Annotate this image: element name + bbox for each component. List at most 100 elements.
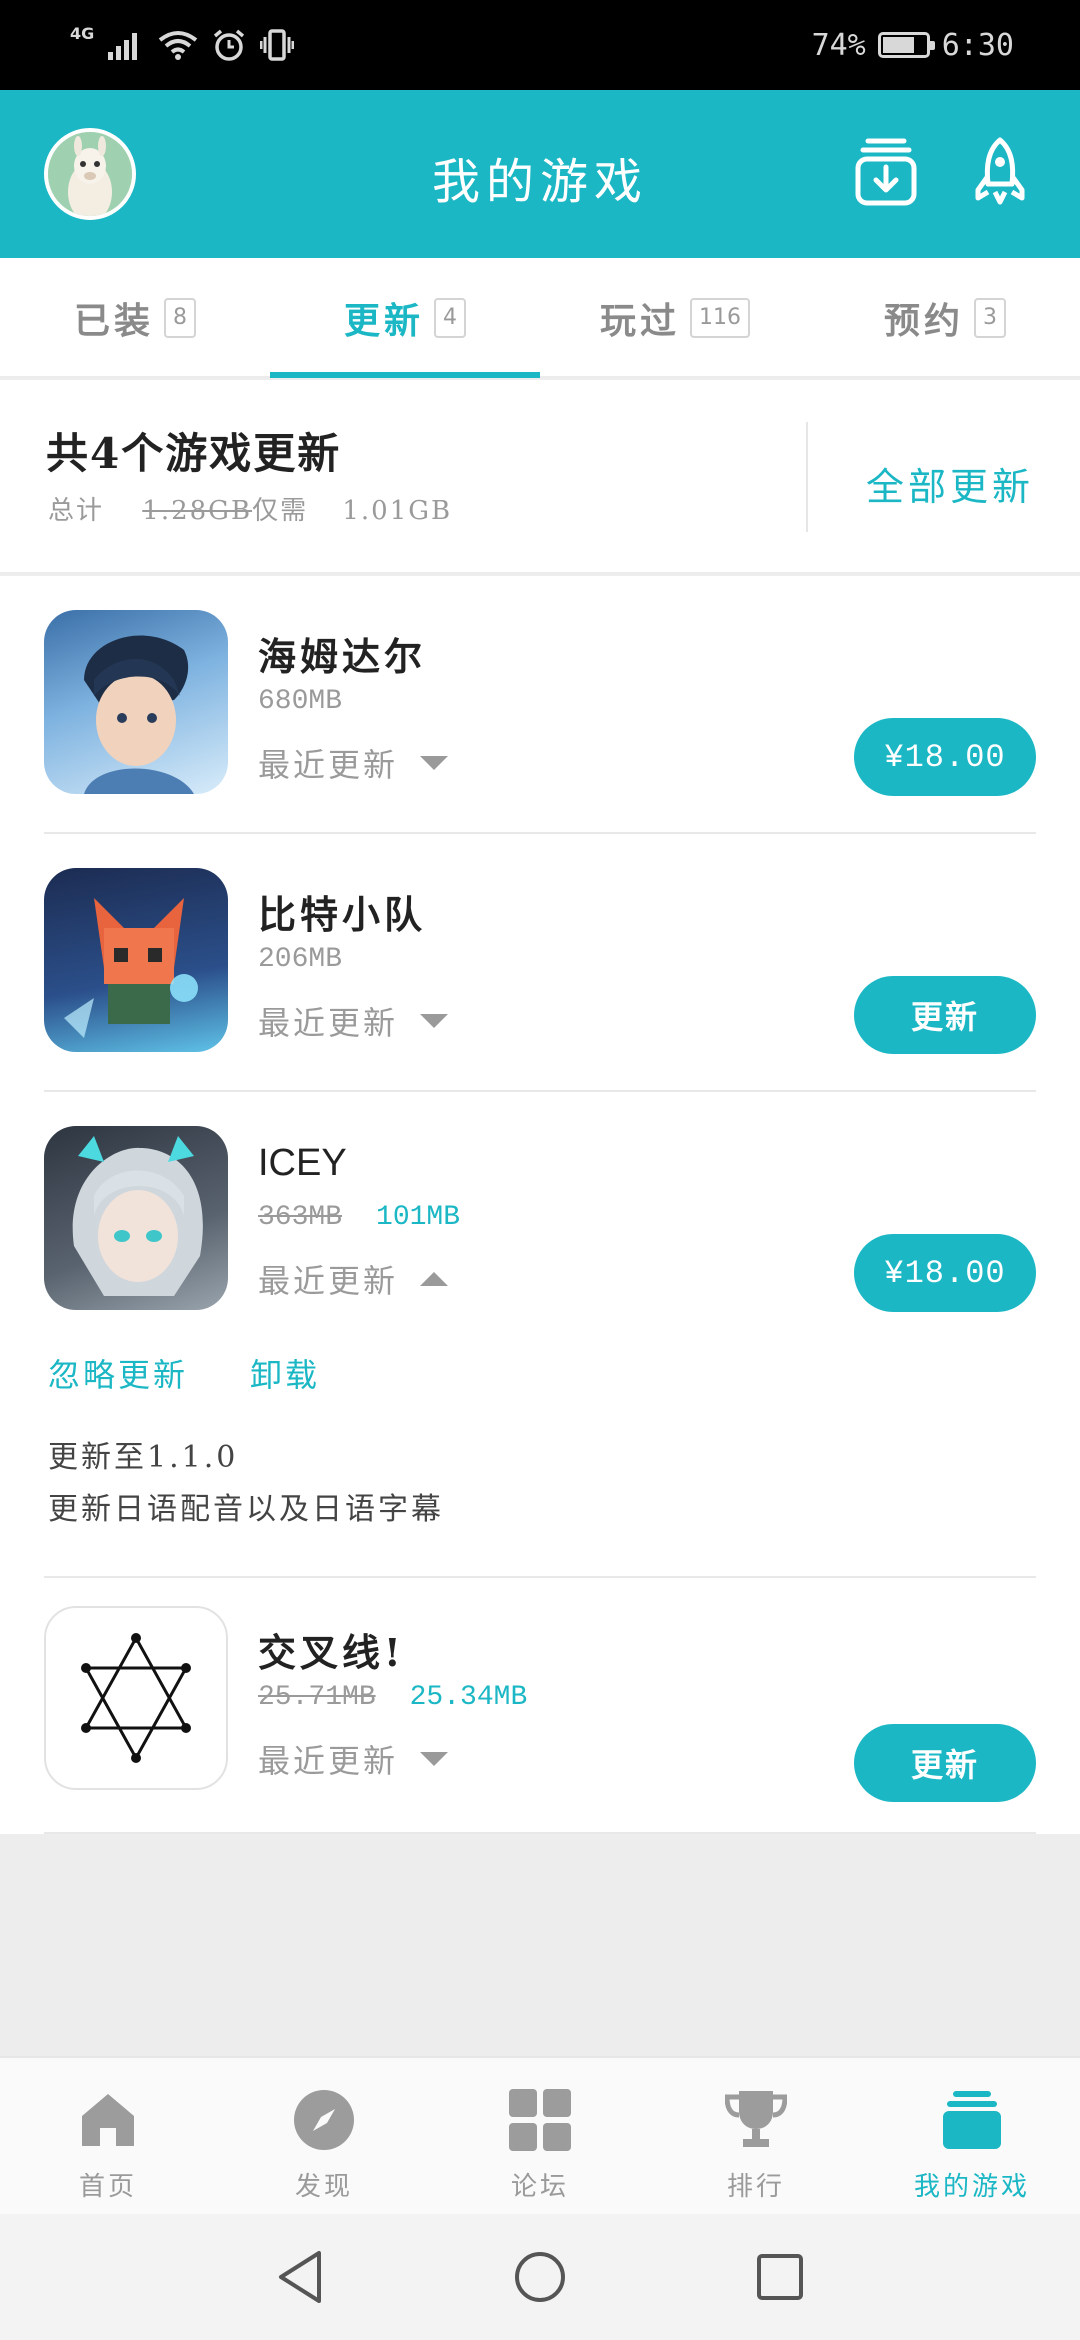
clock: 6:30 [941,27,1014,63]
uninstall-link[interactable]: 卸载 [250,1350,320,1396]
status-bar: 4G 74% 6:30 [0,0,1080,90]
game-icon-heimdall[interactable] [44,610,228,794]
update-button[interactable]: 更新 [854,1724,1036,1802]
recent-update-label: 最近更新 [258,1742,399,1780]
nav-forum[interactable]: 论坛 [432,2058,648,2216]
star-of-lines-icon [81,1633,191,1763]
expand-arrow-icon [420,1014,449,1028]
old-size: 25.71MB [258,1682,376,1713]
tab-count-badge: 116 [690,298,750,338]
list-item[interactable]: 交叉线! 25.71MB 25.34MB 最近更新 更新 [0,1578,1080,1834]
summary-divider [806,422,808,532]
download-manager-button[interactable] [846,132,926,212]
recent-update-toggle[interactable]: 最近更新 [258,1256,449,1302]
game-icon-cross-lines[interactable] [44,1606,228,1790]
recent-update-label: 最近更新 [258,1262,399,1300]
battery-icon [877,32,935,58]
game-size: 363MB 101MB [258,1202,460,1233]
only-need-label: 仅需 [252,496,309,526]
nav-my-games[interactable]: 我的游戏 [864,2058,1080,2216]
wifi-icon [159,31,198,60]
nav-label: 我的游戏 [913,2172,1030,2202]
home-button[interactable] [505,2242,575,2312]
tab-label: 预约 [883,300,964,342]
tab-reserved[interactable]: 预约 3 [810,258,1080,378]
tab-updates[interactable]: 更新 4 [270,258,540,378]
game-icon-icey[interactable] [44,1126,228,1310]
status-left: 4G [70,24,295,66]
battery-fill [882,37,914,53]
recents-square-icon [757,2254,803,2300]
nav-ranking[interactable]: 排行 [648,2058,864,2216]
ignore-update-link[interactable]: 忽略更新 [48,1350,188,1396]
nav-label: 首页 [78,2172,137,2202]
heimdall-artwork-icon [84,635,194,794]
back-button[interactable] [265,2242,335,2312]
download-icon [855,138,917,206]
compass-icon [292,2088,356,2152]
expand-arrow-icon [420,756,449,770]
recent-update-toggle[interactable]: 最近更新 [258,998,449,1044]
summary-size-line: 总计 1.28GB仅需 1.01GB [48,490,452,527]
tab-played[interactable]: 玩过 116 [540,258,810,378]
update-button[interactable]: 更新 [854,976,1036,1054]
update-all-button[interactable]: 全部更新 [822,456,1078,511]
game-name: 海姆达尔 [258,634,427,679]
battery-percent: 74% [811,27,866,63]
nav-label: 论坛 [510,2172,569,2202]
alarm-icon [214,29,245,61]
bottom-nav: 首页 发现 论坛 排行 我的游戏 [0,2056,1080,2214]
rocket-icon [975,137,1025,205]
game-icon-bit-squad[interactable] [44,868,228,1052]
status-right: 74% 6:30 [812,24,1014,66]
nav-label: 排行 [726,2172,785,2202]
tab-installed[interactable]: 已装 8 [0,258,270,378]
expanded-actions: 忽略更新 卸载 [48,1350,320,1396]
update-notes: 更新至1.1.0 更新日语配音以及日语字幕 [48,1432,444,1536]
total-old-size: 1.28GB [142,496,253,526]
recent-update-label: 最近更新 [258,1004,399,1042]
recent-update-toggle[interactable]: 最近更新 [258,740,449,786]
nav-discover[interactable]: 发现 [216,2058,432,2216]
buy-button[interactable]: ¥18.00 [854,1234,1036,1312]
vibrate-icon [260,29,295,61]
active-tab-indicator [270,372,540,378]
game-size: 206MB [258,944,343,975]
game-name: ICEY [258,1142,347,1184]
home-icon [76,2088,140,2152]
collapse-arrow-icon [420,1272,449,1286]
buy-button[interactable]: ¥18.00 [854,718,1036,796]
game-size: 680MB [258,686,343,717]
expand-arrow-icon [420,1752,449,1766]
total-new-size: 1.01GB [342,496,453,526]
old-size: 363MB [258,1202,343,1233]
tab-label: 已装 [73,300,154,342]
nav-label: 发现 [294,2172,353,2202]
total-label: 总计 [48,496,105,526]
new-size: 25.34MB [409,1682,528,1713]
list-item[interactable]: ICEY 363MB 101MB 最近更新 ¥18.00 忽略更新 卸载 更新至1… [0,1092,1080,1578]
home-circle-icon [515,2252,565,2302]
tab-label: 更新 [343,300,424,342]
list-item[interactable]: 海姆达尔 680MB 最近更新 ¥18.00 [0,576,1080,834]
update-detail-note: 更新日语配音以及日语字幕 [48,1492,444,1527]
rocket-button[interactable] [960,132,1040,212]
recents-button[interactable] [745,2242,815,2312]
new-size: 101MB [376,1202,461,1233]
list-item[interactable]: 比特小队 206MB 最近更新 更新 [0,834,1080,1092]
icey-artwork-icon [72,1136,203,1296]
game-size: 25.71MB 25.34MB [258,1682,527,1713]
update-summary: 共4个游戏更新 总计 1.28GB仅需 1.01GB 全部更新 [0,380,1080,574]
system-nav-bar [0,2214,1080,2340]
tab-count-badge: 8 [164,298,196,338]
item-divider [44,1832,1036,1834]
summary-title: 共4个游戏更新 [46,429,342,478]
game-name: 交叉线! [258,1630,405,1675]
recent-update-toggle[interactable]: 最近更新 [258,1736,449,1782]
game-name: 比特小队 [258,892,427,937]
nav-home[interactable]: 首页 [0,2058,216,2216]
tab-label: 玩过 [599,300,680,342]
app-header: 我的游戏 [0,90,1080,258]
tab-count-badge: 3 [974,298,1006,338]
tab-bar: 已装 8 更新 4 玩过 116 预约 3 [0,258,1080,378]
